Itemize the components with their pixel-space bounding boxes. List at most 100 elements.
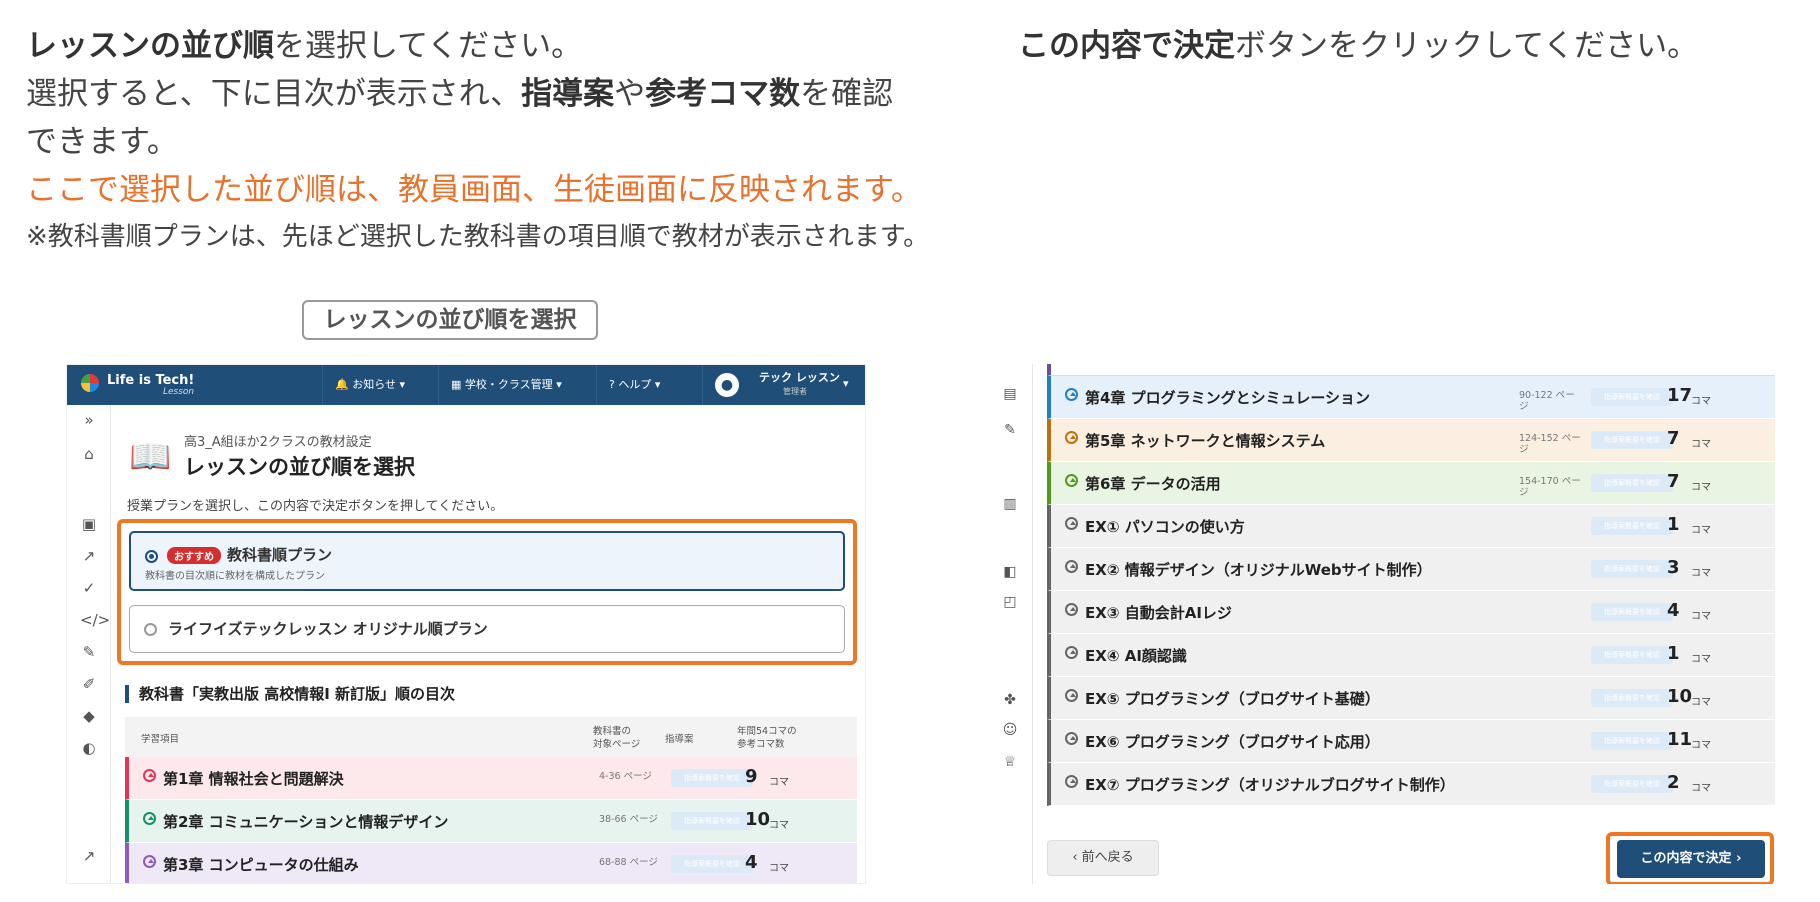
expand-circle-icon[interactable] (1065, 388, 1078, 401)
col-guide: 指導案 (665, 734, 694, 745)
chevron-down-icon: ▾ (654, 378, 661, 391)
logo-subtext: Lesson (163, 387, 195, 397)
guide-button[interactable]: 指導案概要を確認 (1591, 560, 1673, 578)
trend-icon[interactable]: ↗ (80, 547, 98, 565)
back-button[interactable]: ‹ 前へ戻る (1047, 840, 1159, 876)
python-icon[interactable]: ◆ (80, 707, 98, 725)
table-row[interactable]: 第1章 情報社会と問題解決 4-36 ページ 指導案概要を確認 9 コマ (125, 757, 857, 800)
option-textbook-plan[interactable]: おすすめ 教科書順プラン 教科書の目次順に教材を構成したプラン (129, 531, 845, 591)
doc-edit-icon[interactable]: ✎ (1001, 422, 1019, 438)
table-row[interactable]: EX④ AI顔認識 指導案概要を確認 1 コマ (1047, 634, 1775, 677)
book-icon: 📖 (129, 437, 172, 477)
edit-icon[interactable]: ✐ (80, 675, 98, 693)
expand-circle-icon[interactable] (1065, 560, 1078, 573)
expand-circle-icon[interactable] (1065, 646, 1078, 659)
avatar: ● (715, 373, 739, 397)
row-koma: 10 (745, 809, 771, 830)
pen-icon[interactable]: ✎ (80, 643, 98, 661)
table-row[interactable]: EX① パソコンの使い方 指導案概要を確認 1 コマ (1047, 505, 1775, 548)
nav-help[interactable]: ? ヘルプ ▾ (596, 365, 702, 405)
row-koma-unit: コマ (1691, 654, 1711, 665)
page-title: レッスンの並び順を選択 (184, 455, 415, 479)
guide-button[interactable]: 指導案概要を確認 (1591, 388, 1673, 406)
sidebar-right: ▤ ✎ ▥ ◧ ◰ ✤ ☺ ♕ (987, 364, 1033, 884)
expand-circle-icon[interactable] (1065, 689, 1078, 702)
guide-button[interactable]: 指導案概要を確認 (1591, 431, 1673, 449)
expand-circle-icon[interactable] (1065, 603, 1078, 616)
guide-button[interactable]: 指導案概要を確認 (1591, 603, 1673, 621)
smile-icon[interactable]: ☺ (1001, 722, 1019, 738)
guide-button[interactable]: 指導案概要を確認 (1591, 646, 1673, 664)
table-row[interactable]: EX⑤ プログラミング（ブログサイト基礎） 指導案概要を確認 10 コマ (1047, 677, 1775, 720)
row-title: 第6章 データの活用 (1085, 475, 1221, 493)
table-row[interactable]: EX⑥ プログラミング（ブログサイト応用） 指導案概要を確認 11 コマ (1047, 720, 1775, 763)
page-subtitle: 高3_A組ほか2クラスの教材設定 (184, 435, 372, 450)
doc-search-icon[interactable]: ◰ (1001, 594, 1019, 610)
table-row[interactable]: EX② 情報デザイン（オリジナルWebサイト制作） 指導案概要を確認 3 コマ (1047, 548, 1775, 591)
row-title: EX⑤ プログラミング（ブログサイト基礎） (1085, 690, 1380, 708)
chart-icon[interactable]: ↗ (80, 847, 98, 865)
chevron-down-icon: ▾ (399, 378, 406, 391)
row-koma-unit: コマ (1691, 783, 1711, 794)
chevron-down-icon: ▾ (843, 377, 849, 390)
guide-button[interactable]: 指導案概要を確認 (1591, 517, 1673, 535)
nav-notice[interactable]: 🔔 お知らせ ▾ (322, 365, 438, 405)
row-koma: 7 (1667, 428, 1680, 449)
guide-button[interactable]: 指導案概要を確認 (671, 855, 753, 873)
option-original-plan[interactable]: ライフイズテックレッスン オリジナル順プラン (129, 605, 845, 653)
expand-circle-icon[interactable] (143, 812, 156, 825)
radio-selected[interactable] (145, 550, 158, 563)
book-open-icon[interactable]: ◧ (1001, 564, 1019, 580)
puzzle-icon[interactable]: ✤ (1001, 692, 1019, 708)
expand-circle-icon[interactable] (1065, 431, 1078, 444)
document-icon[interactable]: ▤ (1001, 386, 1019, 402)
expand-circle-icon[interactable] (1065, 517, 1078, 530)
table-row[interactable]: 第4章 プログラミングとシミュレーション 90-122 ページ 指導案概要を確認 17… (1047, 376, 1775, 419)
row-title: EX③ 自動会計AIレジ (1085, 604, 1232, 622)
bar-chart-icon[interactable]: ▥ (1001, 496, 1019, 512)
table-row[interactable]: 第5章 ネットワークと情報システム 124-152 ページ 指導案概要を確認 7 コマ (1047, 419, 1775, 462)
code-icon[interactable]: </> (80, 611, 110, 629)
user-menu[interactable]: ● テック レッスン 管理者 ▾ (702, 365, 865, 405)
row-partial (1047, 364, 1775, 376)
radio-unselected[interactable] (144, 623, 157, 636)
step-label: レッスンの並び順を選択 (302, 300, 598, 340)
row-title: 第4章 プログラミングとシミュレーション (1085, 389, 1371, 407)
expand-circle-icon[interactable] (1065, 775, 1078, 788)
guide-button[interactable]: 指導案概要を確認 (671, 812, 753, 830)
expand-circle-icon[interactable] (143, 855, 156, 868)
nav-help-label: ヘルプ (618, 378, 652, 391)
table-row[interactable]: 第3章 コンピュータの仕組み 68-88 ページ 指導案概要を確認 4 コマ (125, 843, 857, 883)
instruction-text-3: や (614, 76, 646, 112)
instruction-text: レッスンの並び順を選択してください。 選択すると、下に目次が表示され、指導案や参… (26, 22, 986, 214)
option1-label: 教科書順プラン (227, 546, 333, 564)
expand-circle-icon[interactable] (1065, 474, 1078, 487)
expand-circle-icon[interactable] (1065, 732, 1078, 745)
expand-circle-icon[interactable] (143, 769, 156, 782)
nav-school[interactable]: ▦ 学校・クラス管理 ▾ (438, 365, 596, 405)
guide-button[interactable]: 指導案概要を確認 (1591, 689, 1673, 707)
decide-button[interactable]: この内容で決定 › (1617, 840, 1765, 878)
bell-icon: 🔔 (335, 378, 349, 391)
home-icon[interactable]: ⌂ (80, 445, 98, 463)
table-row[interactable]: EX③ 自動会計AIレジ 指導案概要を確認 4 コマ (1047, 591, 1775, 634)
guide-button[interactable]: 指導案概要を確認 (1591, 474, 1673, 492)
table-row[interactable]: 第6章 データの活用 154-170 ページ 指導案概要を確認 7 コマ (1047, 462, 1775, 505)
section-title: 教科書「実教出版 高校情報I 新訂版」順の目次 (125, 685, 455, 703)
palette-icon[interactable]: ◐ (80, 739, 98, 757)
table-row[interactable]: EX⑦ プログラミング（オリジナルブログサイト制作） 指導案概要を確認 2 コマ (1047, 763, 1775, 806)
row-koma-unit: コマ (769, 777, 789, 788)
trophy-icon[interactable]: ♕ (1001, 754, 1019, 770)
instruction-right-text: ボタンをクリックしてください。 (1235, 28, 1699, 64)
screenshot-left: Life is Tech! Lesson 🔔 お知らせ ▾ ▦ 学校・クラス管理… (66, 364, 866, 884)
check-icon[interactable]: ✓ (80, 579, 98, 597)
guide-button[interactable]: 指導案概要を確認 (1591, 775, 1673, 793)
guide-button[interactable]: 指導案概要を確認 (1591, 732, 1673, 750)
building-icon: ▦ (451, 378, 462, 391)
row-koma-unit: コマ (769, 820, 789, 831)
table-row[interactable]: 第2章 コミュニケーションと情報デザイン 38-66 ページ 指導案概要を確認 10 コ… (125, 800, 857, 843)
user-name: テック レッスン (759, 371, 840, 384)
guide-button[interactable]: 指導案概要を確認 (671, 769, 753, 787)
expand-icon[interactable]: » (80, 411, 98, 429)
monitor-icon[interactable]: ▣ (80, 515, 98, 533)
